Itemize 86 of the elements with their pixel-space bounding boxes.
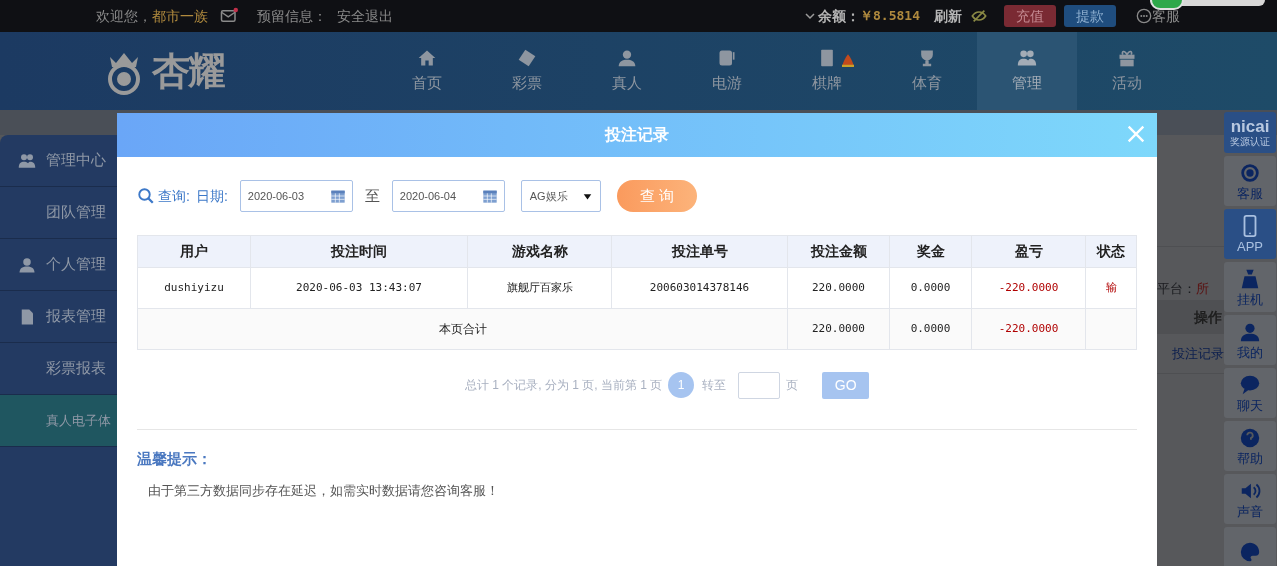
column-header: 投注时间	[250, 235, 468, 268]
table-cell: 0.0000	[889, 308, 972, 350]
table-cell: -220.0000	[971, 308, 1086, 350]
reserved-info-text: 预留信息：	[257, 6, 327, 26]
palette-icon	[1239, 541, 1261, 563]
table-cell: 2020-06-03 13:43:07	[250, 267, 468, 309]
nav-tab[interactable]: 彩票	[477, 32, 577, 110]
person-icon	[18, 255, 36, 274]
table-cell: 200603014378146	[611, 267, 788, 309]
withdraw-button[interactable]: 提款	[1064, 5, 1116, 27]
tip-title: 温馨提示：	[137, 449, 213, 469]
table-cell: 输	[1085, 267, 1137, 309]
nav-tab[interactable]: 管理	[977, 32, 1077, 110]
logo-text: 杏耀	[152, 52, 224, 90]
date-field[interactable]: 2020-06-03	[239, 180, 353, 212]
page-unit: 页	[786, 377, 799, 394]
sidebar-item[interactable]: 真人电子体	[0, 395, 117, 447]
username-link[interactable]: 都市一族	[152, 5, 208, 27]
close-icon	[1125, 123, 1147, 145]
date-field[interactable]: 2020-06-04	[391, 180, 505, 212]
column-header: 投注单号	[611, 235, 788, 268]
money-bag-icon	[1239, 268, 1261, 290]
caret-icon	[804, 10, 817, 22]
nav-tab[interactable]: 电游	[677, 32, 777, 110]
table-cell: 220.0000	[787, 308, 890, 350]
caret-icon	[582, 191, 592, 201]
table-cell: -220.0000	[971, 267, 1086, 309]
goto-label: 转至	[702, 377, 727, 394]
column-header: 盈亏	[971, 235, 1086, 268]
table-cell: dushiyizu	[137, 267, 251, 309]
summary-label: 本页合计	[137, 308, 788, 350]
toolbar-button[interactable]: 声音	[1224, 474, 1276, 524]
toolbar-button[interactable]: 聊天	[1224, 368, 1276, 418]
query-label: 查询:	[158, 186, 190, 206]
column-header: 状态	[1085, 235, 1137, 268]
calendar-icon	[481, 188, 498, 204]
person-icon	[1239, 321, 1261, 343]
platform-label: 平台：	[1157, 279, 1196, 298]
headset-icon	[1239, 162, 1261, 184]
column-header: 奖金	[889, 235, 972, 268]
tip-text: 由于第三方数据同步存在延迟，如需实时数据请您咨询客服！	[148, 481, 500, 500]
nav-tab[interactable]: 首页	[377, 32, 477, 110]
column-header: 投注金额	[787, 235, 890, 268]
close-button[interactable]	[1125, 123, 1147, 145]
page-input[interactable]	[738, 371, 781, 399]
mail-icon[interactable]	[218, 7, 240, 25]
search-icon	[137, 187, 155, 205]
toolbar-button[interactable]: APP	[1224, 209, 1276, 259]
nav-tab[interactable]: 真人	[577, 32, 677, 110]
users-icon	[18, 151, 36, 170]
range-separator: 至	[364, 185, 380, 206]
pagination-summary: 总计 1 个记录, 分为 1 页, 当前第 1 页	[464, 377, 663, 394]
customer-service-link[interactable]: 客服	[1136, 5, 1180, 27]
calendar-icon	[329, 188, 346, 204]
deposit-button[interactable]: 充值	[1004, 5, 1056, 27]
welcome-text: 欢迎您，	[96, 6, 152, 26]
toolbar-button[interactable]	[1224, 527, 1276, 566]
table-cell: 220.0000	[787, 267, 890, 309]
table-cell: 旗舰厅百家乐	[467, 267, 612, 309]
query-button[interactable]: 查 询	[616, 180, 697, 212]
table-cell: 0.0000	[889, 267, 972, 309]
help-icon	[1239, 427, 1261, 449]
refresh-link[interactable]: 刷新	[934, 5, 962, 27]
nav-tab[interactable]: 棋牌	[777, 32, 877, 110]
nav-tab[interactable]: 活动	[1077, 32, 1177, 110]
toolbar-button[interactable]: 帮助	[1224, 421, 1276, 471]
column-header: 游戏名称	[467, 235, 612, 268]
balance-label: 余额：	[818, 6, 861, 26]
platform-value: 所	[1196, 279, 1209, 298]
eye-slash-icon	[970, 8, 988, 24]
toolbar-button[interactable]: 我的	[1224, 315, 1276, 365]
bet-record-link[interactable]: 投注记录	[1172, 343, 1224, 364]
site-logo[interactable]: 杏耀	[100, 32, 245, 110]
toolbar-button[interactable]: nicai 奖源认证	[1224, 112, 1276, 153]
logout-link[interactable]: 安全退出	[337, 5, 393, 27]
chat-bubble-icon	[1136, 8, 1152, 24]
ticket-icon	[517, 47, 537, 68]
nav-tab[interactable]: 体育	[877, 32, 977, 110]
balance-amount: ￥8.5814	[860, 7, 920, 26]
platform-select[interactable]: AG娱乐	[520, 180, 601, 212]
toolbar-button[interactable]: 客服	[1224, 156, 1276, 206]
toolbar-button[interactable]: 挂机	[1224, 262, 1276, 312]
date-label: 日期:	[195, 186, 228, 206]
chat-icon	[1239, 374, 1261, 396]
column-header: 用户	[137, 235, 251, 268]
dialog-title: 投注记录	[605, 125, 669, 145]
